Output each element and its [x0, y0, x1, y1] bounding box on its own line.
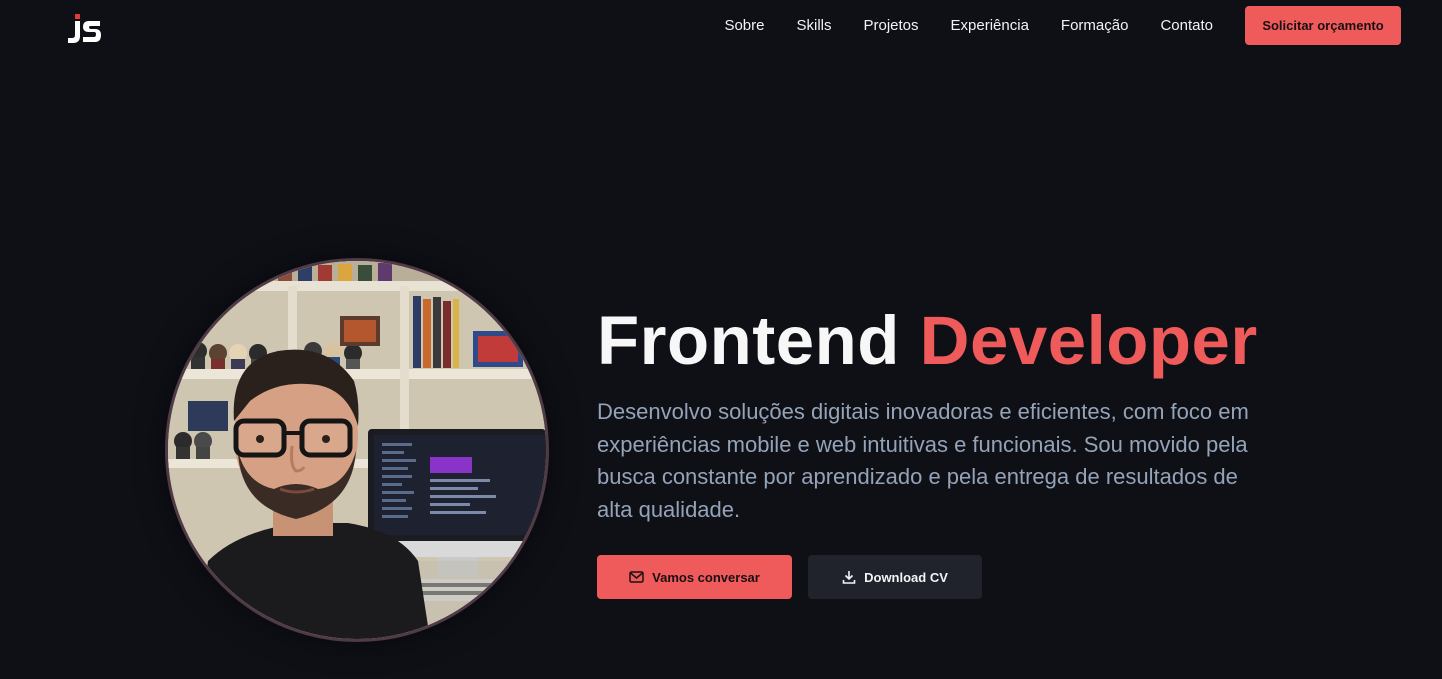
main-nav: Sobre Skills Projetos Experiência Formaç… [724, 0, 1213, 50]
nav-link-skills[interactable]: Skills [796, 17, 831, 34]
page: Sobre Skills Projetos Experiência Formaç… [0, 0, 1442, 679]
nav-link-formacao[interactable]: Formação [1061, 17, 1129, 34]
download-cv-button[interactable]: Download CV [808, 555, 982, 599]
contact-button-label: Vamos conversar [652, 569, 760, 585]
logo-mark-icon [68, 14, 101, 43]
nav-link-experiencia[interactable]: Experiência [951, 17, 1029, 34]
logo[interactable] [66, 12, 106, 46]
profile-photo [165, 258, 549, 642]
download-cv-button-label: Download CV [864, 569, 948, 585]
hero-description: Desenvolvo soluções digitais inovadoras … [597, 399, 1249, 522]
download-icon [842, 570, 856, 584]
hero-title-part2: Developer [919, 302, 1258, 379]
contact-button[interactable]: Vamos conversar [597, 555, 792, 599]
mail-icon [629, 571, 644, 583]
nav-link-sobre[interactable]: Sobre [724, 17, 764, 34]
request-quote-button[interactable]: Solicitar orçamento [1245, 6, 1401, 45]
profile-photo-illustration [168, 261, 546, 639]
nav-link-contato[interactable]: Contato [1160, 17, 1213, 34]
hero-title: Frontend Developer [597, 298, 1258, 384]
hero-title-part1: Frontend [597, 302, 900, 379]
nav-link-projetos[interactable]: Projetos [864, 17, 919, 34]
